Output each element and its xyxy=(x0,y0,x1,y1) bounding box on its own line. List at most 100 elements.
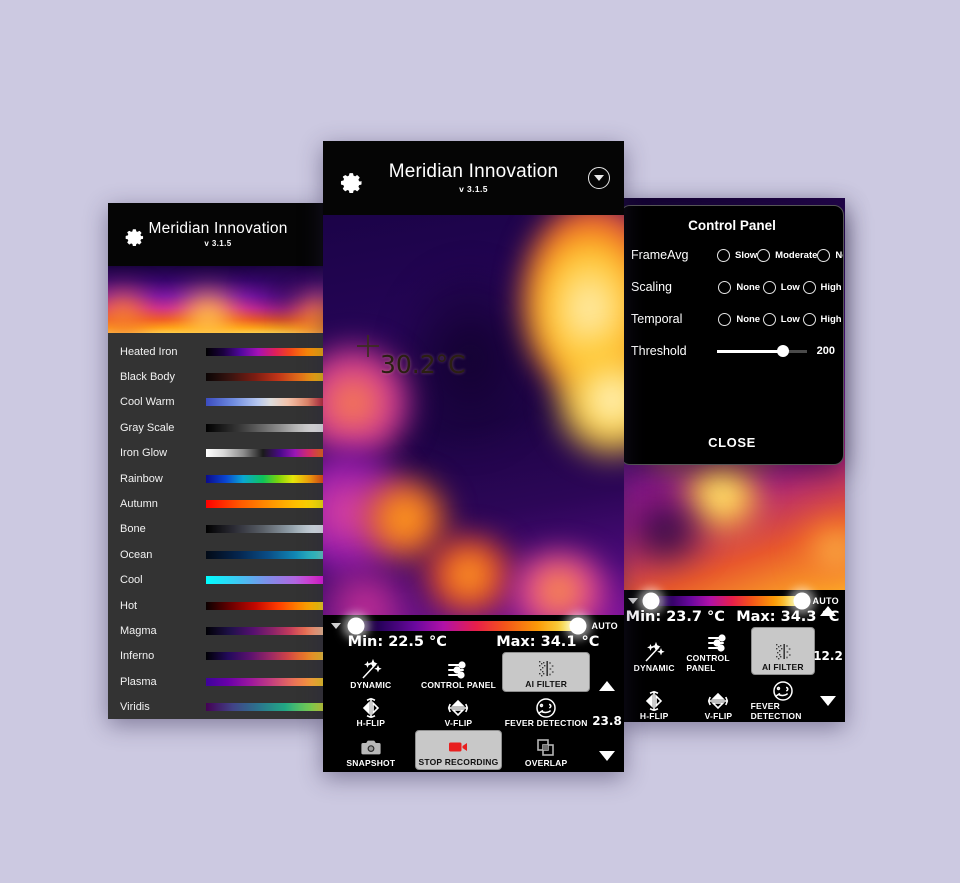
palette-item-label: Hot xyxy=(120,600,206,612)
radio-option[interactable]: None xyxy=(718,313,760,326)
button-control-panel[interactable]: CONTROL PANEL xyxy=(686,627,750,675)
radio-option[interactable]: Low xyxy=(763,313,800,326)
palette-gradient-swatch[interactable] xyxy=(206,678,328,686)
button-fever-detection[interactable]: FEVER DETECTION xyxy=(751,675,815,722)
palette-gradient-swatch[interactable] xyxy=(206,652,328,660)
range-min-knob[interactable] xyxy=(642,593,659,610)
palette-gradient-swatch[interactable] xyxy=(206,525,328,533)
palette-item-label: Iron Glow xyxy=(120,447,206,459)
button-overlap[interactable]: OVERLAP xyxy=(502,730,590,770)
dialog-rows: FrameAvgSlowModerateNormalScalingNoneLow… xyxy=(621,239,843,367)
palette-gradient-swatch[interactable] xyxy=(206,424,328,432)
palette-item-label: Bone xyxy=(120,523,206,535)
radio-option[interactable]: Normal xyxy=(817,249,844,262)
button-stop-recording[interactable]: STOP RECORDING xyxy=(415,730,503,770)
range-track[interactable] xyxy=(349,621,585,631)
left-thermal-preview[interactable] xyxy=(108,266,328,333)
palette-item[interactable]: Gray Scale xyxy=(108,415,328,440)
window-live-thermal: Meridian Innovation v 3.1.5 30.2°C xyxy=(323,141,624,772)
left-app-title: Meridian Innovation xyxy=(148,221,287,237)
button-label: AI FILTER xyxy=(525,679,567,689)
thermal-coldspot xyxy=(620,496,721,566)
palette-item[interactable]: Cool Warm xyxy=(108,390,328,415)
auto-label-center[interactable]: AUTO xyxy=(591,621,618,631)
button-dynamic[interactable]: DYNAMIC xyxy=(622,627,686,675)
button-dynamic[interactable]: DYNAMIC xyxy=(327,652,415,692)
gear-icon[interactable] xyxy=(124,224,146,246)
button-h-flip[interactable]: H-FLIP xyxy=(622,675,686,722)
palette-item[interactable]: Magma xyxy=(108,618,328,643)
palette-gradient-swatch[interactable] xyxy=(206,576,328,584)
palette-gradient-swatch[interactable] xyxy=(206,475,328,483)
palette-item[interactable]: Ocean xyxy=(108,542,328,567)
button-label: V-FLIP xyxy=(445,718,473,728)
palette-item[interactable]: Autumn xyxy=(108,491,328,516)
center-range-slider[interactable]: AUTO xyxy=(323,615,624,631)
thermal-hotspot xyxy=(419,535,519,615)
palette-gradient-swatch[interactable] xyxy=(206,602,328,610)
radio-label: Normal xyxy=(835,250,844,261)
button-snapshot[interactable]: SNAPSHOT xyxy=(327,730,415,770)
right-control-deck: AUTO Min: 23.7 °C Max: 34.3 °C DYNAMICCO… xyxy=(620,590,845,722)
triangle-up-icon[interactable] xyxy=(820,606,836,616)
threshold-slider[interactable]: 200 xyxy=(717,345,843,357)
range-max-knob[interactable] xyxy=(793,593,810,610)
button-h-flip[interactable]: H-FLIP xyxy=(327,692,415,730)
radio-option[interactable]: None xyxy=(718,281,760,294)
palette-item[interactable]: Inferno xyxy=(108,644,328,669)
radio-option[interactable]: Low xyxy=(763,281,800,294)
triangle-down-icon[interactable] xyxy=(599,751,615,761)
palette-item[interactable]: Plasma xyxy=(108,669,328,694)
palette-item-label: Ocean xyxy=(120,549,206,561)
button-fever-detection[interactable]: FEVER DETECTION xyxy=(502,692,590,730)
palette-gradient-swatch[interactable] xyxy=(206,449,328,457)
range-max-knob[interactable] xyxy=(570,618,587,635)
palette-item[interactable]: Iron Glow xyxy=(108,441,328,466)
palette-gradient-swatch[interactable] xyxy=(206,627,328,635)
radio-option[interactable]: Slow xyxy=(717,249,757,262)
button-ai-filter[interactable]: AI FILTER xyxy=(751,627,815,675)
palette-item[interactable]: Black Body xyxy=(108,364,328,389)
palette-gradient-swatch[interactable] xyxy=(206,373,328,381)
palette-item[interactable]: Bone xyxy=(108,517,328,542)
palette-gradient-swatch[interactable] xyxy=(206,398,328,406)
button-v-flip[interactable]: V-FLIP xyxy=(686,675,750,722)
palette-item[interactable]: Cool xyxy=(108,568,328,593)
radio-option[interactable]: High xyxy=(803,313,842,326)
triangle-up-icon[interactable] xyxy=(599,681,615,691)
dialog-row-label: Scaling xyxy=(631,280,717,294)
right-range-slider[interactable]: AUTO xyxy=(620,590,845,606)
button-ai-filter[interactable]: AI FILTER xyxy=(502,652,590,692)
palette-gradient-swatch[interactable] xyxy=(206,500,328,508)
triangle-down-icon[interactable] xyxy=(820,696,836,706)
radio-option[interactable]: Moderate xyxy=(757,249,817,262)
range-min-knob[interactable] xyxy=(348,618,365,635)
range-collapse-icon[interactable] xyxy=(329,623,343,629)
button-label: V-FLIP xyxy=(705,711,733,721)
dialog-row-frameavg: FrameAvgSlowModerateNormal xyxy=(621,239,843,271)
radio-dot-icon xyxy=(717,249,730,262)
palette-gradient-swatch[interactable] xyxy=(206,551,328,559)
center-thermal-live[interactable]: 30.2°C xyxy=(323,215,624,615)
threshold-track[interactable] xyxy=(717,350,807,353)
dialog-close-button[interactable]: CLOSE xyxy=(621,425,843,464)
spot-crosshair-icon xyxy=(357,335,379,357)
threshold-knob[interactable] xyxy=(777,345,789,357)
chevron-down-circle-icon[interactable] xyxy=(588,167,610,189)
button-control-panel[interactable]: CONTROL PANEL xyxy=(415,652,503,692)
palette-gradient-swatch[interactable] xyxy=(206,703,328,711)
palette-item[interactable]: Rainbow xyxy=(108,466,328,491)
thermal-hotspot xyxy=(796,519,846,583)
gear-icon[interactable] xyxy=(339,167,361,189)
control-panel-dialog: Control Panel FrameAvgSlowModerateNormal… xyxy=(620,205,844,465)
radio-option[interactable]: High xyxy=(803,281,842,294)
range-track[interactable] xyxy=(646,596,806,606)
palette-gradient-swatch[interactable] xyxy=(206,348,328,356)
radio-label: High xyxy=(821,314,842,325)
button-v-flip[interactable]: V-FLIP xyxy=(415,692,503,730)
palette-item[interactable]: Hot xyxy=(108,593,328,618)
range-collapse-icon[interactable] xyxy=(626,598,640,604)
palette-item[interactable]: Viridis xyxy=(108,694,328,719)
right-button-grid: DYNAMICCONTROL PANELAI FILTER H-FLIP V-FLI… xyxy=(620,627,845,722)
palette-item[interactable]: Heated Iron xyxy=(108,339,328,364)
